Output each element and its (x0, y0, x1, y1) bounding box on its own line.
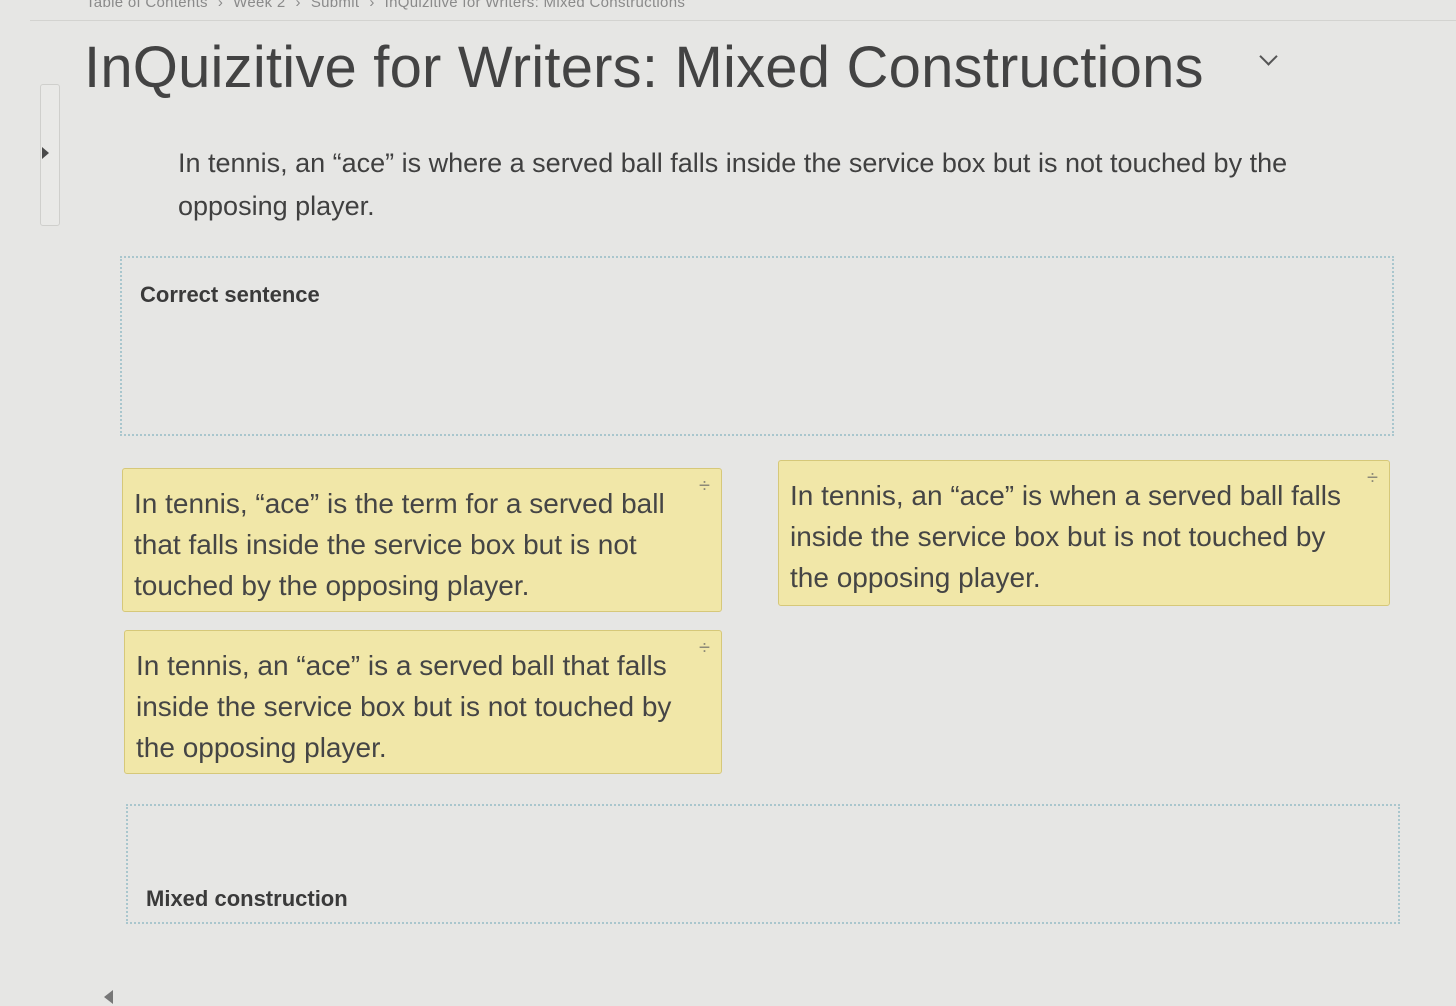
mixed-construction-label: Mixed construction (146, 886, 348, 911)
chevron-down-icon[interactable] (1259, 47, 1278, 66)
correct-sentence-dropzone[interactable]: Correct sentence (120, 256, 1394, 436)
drag-handle-icon[interactable]: ÷ (699, 476, 710, 496)
breadcrumb-item-submit[interactable]: Submit (311, 0, 360, 11)
answer-card-text: In tennis, an “ace” is a served ball tha… (136, 650, 672, 763)
breadcrumb-item-week[interactable]: Week 2 (233, 0, 285, 11)
breadcrumb: Table of Contents › Week 2 › Submit › InQuizit… (86, 0, 685, 11)
header-divider (30, 20, 1456, 21)
breadcrumb-separator: › (217, 0, 224, 11)
mixed-construction-dropzone[interactable]: Mixed construction (126, 804, 1400, 924)
answer-card[interactable]: In tennis, “ace” is the term for a serve… (122, 468, 722, 612)
breadcrumb-separator: › (369, 0, 375, 11)
question-prompt: In tennis, an “ace” is where a served ba… (178, 148, 1288, 221)
page-title: InQuizitive for Writers: Mixed Construct… (84, 35, 1204, 100)
breadcrumb-item-toc[interactable]: Table of Contents (86, 0, 208, 11)
caret-right-icon[interactable] (42, 147, 49, 159)
answer-card[interactable]: In tennis, an “ace” is when a served bal… (778, 460, 1390, 606)
breadcrumb-item-current: InQuizitive for Writers: Mixed Construct… (384, 0, 686, 11)
caret-left-icon[interactable] (104, 990, 113, 1004)
correct-sentence-label: Correct sentence (140, 282, 320, 307)
breadcrumb-separator: › (295, 0, 301, 11)
answer-card[interactable]: In tennis, an “ace” is a served ball tha… (124, 630, 722, 774)
drag-handle-icon[interactable]: ÷ (1367, 468, 1378, 488)
drag-handle-icon[interactable]: ÷ (699, 638, 710, 658)
answer-card-text: In tennis, an “ace” is when a served bal… (790, 480, 1341, 593)
answer-card-text: In tennis, “ace” is the term for a serve… (134, 488, 665, 601)
